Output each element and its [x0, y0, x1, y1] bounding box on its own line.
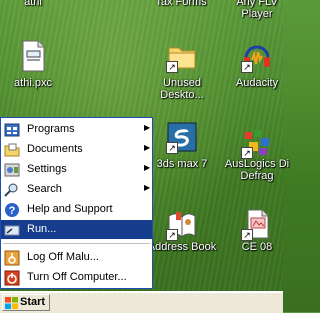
desktop-icon-label-line2: Defrag: [240, 170, 274, 182]
taskbar: Start: [0, 291, 283, 313]
menu-item-programs[interactable]: Programs ▶: [1, 120, 152, 139]
desktop-icon-address-book[interactable]: ↗ Address Book: [145, 208, 219, 258]
menu-item-run[interactable]: Run...: [1, 220, 152, 239]
submenu-arrow-icon: ▶: [144, 143, 151, 152]
shortcut-arrow-icon: ↗: [166, 142, 178, 154]
menu-item-label: Help and Support: [27, 203, 113, 215]
menu-item-turn-off-computer[interactable]: Turn Off Computer...: [1, 268, 152, 287]
desktop-icon-label: athi: [24, 0, 42, 8]
desktop-icon-audacity[interactable]: ↗ Audacity: [220, 40, 294, 90]
search-icon: [4, 183, 18, 197]
desktop-icon-label: Audacity: [235, 77, 279, 89]
submenu-arrow-icon: ▶: [144, 183, 151, 192]
shortcut-arrow-icon: ↗: [241, 229, 253, 241]
windows-logo-icon: [5, 297, 18, 309]
desktop-icon-label: Tax Forms: [155, 0, 207, 8]
menu-item-search[interactable]: Search ▶: [1, 180, 152, 199]
desktop-icon-athi-folder[interactable]: athi: [0, 0, 70, 10]
menu-item-settings[interactable]: Settings ▶: [1, 160, 152, 179]
desktop-icon-label-line2: Deskto...: [160, 89, 204, 101]
desktop-icon-unused-desktop[interactable]: ↗ Unused Deskto...: [145, 40, 219, 102]
menu-item-label: Turn Off Computer...: [27, 271, 127, 283]
desktop-icon-label: Address Book: [147, 241, 217, 253]
shortcut-arrow-icon: ↗: [166, 229, 178, 241]
shortcut-arrow-icon: ↗: [241, 61, 253, 73]
start-menu: Programs ▶ Documents ▶ Settings ▶ Search…: [0, 117, 153, 289]
svg-text:?: ?: [9, 205, 16, 217]
start-button[interactable]: Start: [2, 294, 50, 311]
desktop-icon-label: athi.pxc: [14, 77, 52, 89]
start-button-label: Start: [20, 296, 46, 308]
file-icon: [22, 40, 45, 72]
documents-icon: [4, 143, 20, 157]
desktop-icon-tax-forms[interactable]: Tax Forms: [144, 0, 218, 10]
desktop-icon-any-flv-player[interactable]: Any FLV Player: [220, 0, 294, 22]
run-icon: [4, 225, 20, 236]
power-icon: [4, 270, 20, 286]
logoff-icon: [4, 250, 20, 266]
desktop-icon-label-line1: AusLogics Di: [224, 158, 290, 170]
menu-item-label: Settings: [27, 163, 67, 175]
menu-item-log-off[interactable]: Log Off Malu...: [1, 248, 152, 267]
desktop-icon-label-line1: Unused: [163, 77, 201, 89]
menu-item-label: Run...: [27, 223, 57, 235]
menu-item-label: Documents: [27, 143, 83, 155]
desktop-icon-ce-08[interactable]: ↗ CE 08: [220, 208, 294, 258]
settings-icon: [4, 163, 20, 177]
help-icon: ?: [5, 203, 19, 217]
menu-item-label: Log Off Malu...: [27, 251, 99, 263]
desktop-icon-3ds-max[interactable]: ↗ 3ds max 7: [145, 121, 219, 171]
menu-item-label: Programs: [27, 123, 75, 135]
menu-item-documents[interactable]: Documents ▶: [1, 140, 152, 159]
menu-separator: [3, 243, 150, 244]
desktop-icon-label-line1: Any FLV: [236, 0, 278, 8]
menu-item-help-and-support[interactable]: ? Help and Support: [1, 200, 152, 219]
desktop-icon-label: CE 08: [241, 241, 273, 253]
submenu-arrow-icon: ▶: [144, 123, 151, 132]
desktop-icon-label-line2: Player: [241, 8, 273, 20]
submenu-arrow-icon: ▶: [144, 163, 151, 172]
shortcut-arrow-icon: ↗: [166, 61, 178, 73]
desktop-icon-label: 3ds max 7: [156, 158, 208, 170]
desktop-icon-athi-pxc[interactable]: athi.pxc: [0, 40, 70, 90]
programs-icon: [4, 123, 20, 137]
desktop-icon-auslogics-defrag[interactable]: ↗ AusLogics Di Defrag: [220, 126, 294, 188]
menu-item-label: Search: [27, 183, 62, 195]
